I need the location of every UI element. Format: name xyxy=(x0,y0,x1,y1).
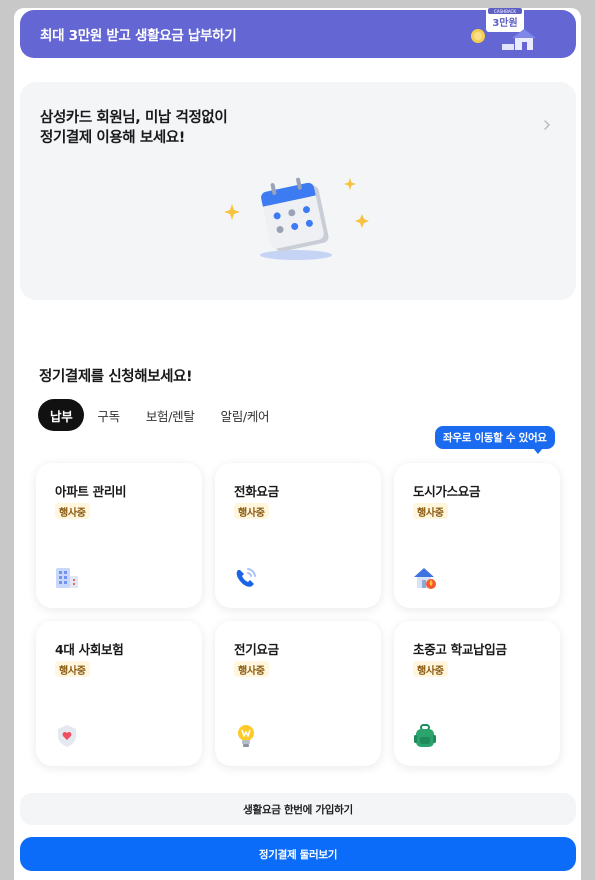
chevron-right-icon[interactable] xyxy=(540,118,554,132)
backpack-icon xyxy=(414,724,436,747)
cashback-label: CASHBACK xyxy=(494,9,516,14)
join-all-button[interactable]: 생활요금 한번에 가입하기 xyxy=(20,793,576,825)
bill-grid: 아파트 관리비 행사중 전화요금 행사중 도시가스요금 행사중 4대 사회보험 … xyxy=(36,463,562,766)
promo-banner[interactable]: 최대 3만원 받고 생활요금 납부하기 CASHBACK 3만원 xyxy=(20,8,576,58)
tab-payment[interactable]: 납부 xyxy=(38,399,85,431)
page: 최대 3만원 받고 생활요금 납부하기 CASHBACK 3만원 삼성카드 회원… xyxy=(14,8,581,880)
event-badge: 행사중 xyxy=(234,503,269,519)
bill-name: 초중고 학교납입금 xyxy=(413,642,507,657)
bill-name: 4대 사회보험 xyxy=(55,642,124,657)
event-badge: 행사중 xyxy=(413,503,448,519)
category-tabs: 납부 구독 보험/렌탈 알림/케어 xyxy=(38,399,282,431)
hero-card[interactable]: 삼성카드 회원님, 미납 걱정없이 정기결제 이용해 보세요! xyxy=(20,82,576,300)
lightbulb-icon xyxy=(238,725,254,747)
gas-house-icon xyxy=(414,568,436,589)
bill-name: 도시가스요금 xyxy=(413,484,481,499)
swipe-tooltip: 좌우로 이동할 수 있어요 xyxy=(435,426,555,454)
tab-subscription[interactable]: 구독 xyxy=(84,399,132,431)
bill-card-apartment[interactable]: 아파트 관리비 행사중 xyxy=(36,463,202,608)
bill-card-phone[interactable]: 전화요금 행사중 xyxy=(215,463,381,608)
bill-name: 전기요금 xyxy=(234,642,279,657)
promo-text: 최대 3만원 받고 생활요금 납부하기 xyxy=(40,28,237,44)
shield-heart-icon xyxy=(58,725,76,747)
bill-card-social-insurance[interactable]: 4대 사회보험 행사중 xyxy=(36,621,202,766)
apartment-building-icon xyxy=(56,568,78,588)
tab-alert-care[interactable]: 알림/케어 xyxy=(208,399,283,431)
event-badge: 행사중 xyxy=(55,503,90,519)
browse-subscriptions-button[interactable]: 정기결제 둘러보기 xyxy=(20,837,576,871)
section-title: 정기결제를 신청해보세요! xyxy=(39,369,193,385)
bill-name: 전화요금 xyxy=(234,484,279,499)
phone-icon xyxy=(236,568,256,587)
cashback-house-icon: CASHBACK 3만원 xyxy=(471,8,536,50)
cashback-amount: 3만원 xyxy=(492,16,517,29)
calendar-icon xyxy=(224,177,369,260)
bill-name: 아파트 관리비 xyxy=(55,484,127,499)
bill-card-gas[interactable]: 도시가스요금 행사중 xyxy=(394,463,560,608)
event-badge: 행사중 xyxy=(234,661,269,677)
event-badge: 행사중 xyxy=(55,661,90,677)
event-badge: 행사중 xyxy=(413,661,448,677)
tab-insurance-rental[interactable]: 보험/렌탈 xyxy=(133,399,208,431)
hero-title: 삼성카드 회원님, 미납 걱정없이 정기결제 이용해 보세요! xyxy=(40,110,228,146)
bill-card-school[interactable]: 초중고 학교납입금 행사중 xyxy=(394,621,560,766)
bill-card-electricity[interactable]: 전기요금 행사중 xyxy=(215,621,381,766)
